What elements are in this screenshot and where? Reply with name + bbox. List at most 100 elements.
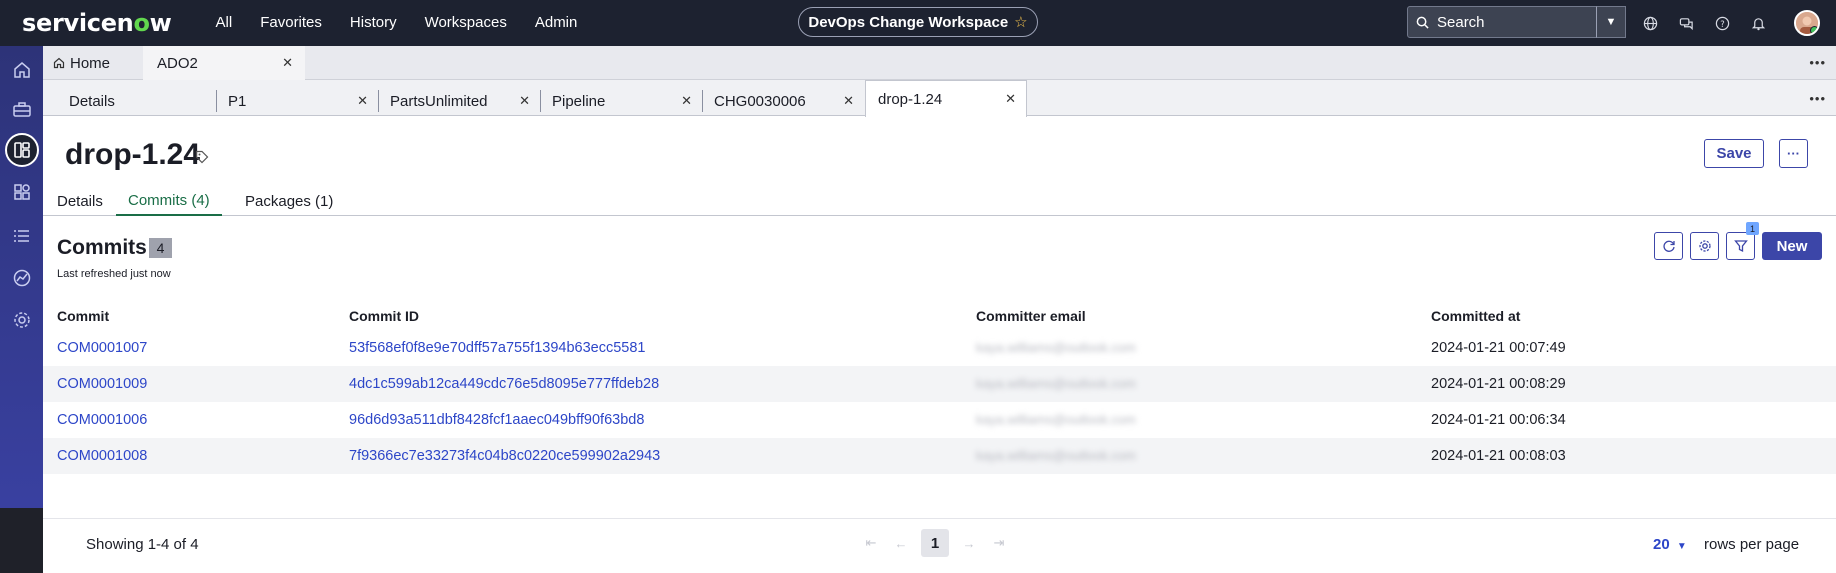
user-avatar[interactable] [1794, 10, 1820, 36]
more-tabs-icon[interactable]: ••• [1809, 55, 1826, 70]
commit-id-link[interactable]: 96d6d93a511dbf8428fcf1aaec049bff90f63bd8 [349, 412, 644, 428]
nav-link-history[interactable]: History [336, 0, 411, 46]
filter-button[interactable] [1726, 232, 1755, 260]
commit-link[interactable]: COM0001006 [57, 412, 147, 428]
column-header-committed-at[interactable]: Committed at [1431, 296, 1836, 330]
committer-email: kaya.williams@outlook.com [976, 448, 1136, 463]
list-title: Commits [57, 236, 147, 259]
rows-per-page-label: rows per page [1704, 536, 1800, 553]
record-tab-commits[interactable]: Commits (4) [116, 186, 222, 216]
rail-list-icon[interactable] [0, 216, 43, 256]
tab-separator [378, 90, 379, 112]
close-icon[interactable]: ✕ [282, 55, 293, 71]
close-icon[interactable]: ✕ [843, 93, 854, 109]
nav-link-all[interactable]: All [202, 0, 247, 46]
subtab-partsunlimited-label: PartsUnlimited [390, 92, 488, 110]
close-icon[interactable]: ✕ [519, 93, 530, 109]
last-refreshed: Last refreshed just now [57, 268, 171, 280]
workspace-pill[interactable]: DevOps Change Workspace ☆ [798, 7, 1038, 37]
refresh-button[interactable] [1654, 232, 1683, 260]
table-row: COM0001008 7f9366ec7e33273f4c04b8c0220ce… [43, 438, 1836, 474]
commits-table: Commit Commit ID Committer email Committ… [43, 296, 1836, 474]
settings-button[interactable] [1690, 232, 1719, 260]
first-page-icon[interactable]: ⇤ [861, 533, 881, 553]
search-scope-dropdown[interactable]: ▼ [1596, 6, 1626, 38]
commit-link[interactable]: COM0001007 [57, 340, 147, 356]
commit-link[interactable]: COM0001009 [57, 376, 147, 392]
rail-home-icon[interactable] [0, 50, 43, 90]
star-icon[interactable]: ☆ [1014, 13, 1027, 31]
servicenow-logo[interactable]: servicenow [22, 9, 172, 37]
global-search[interactable]: Search [1407, 6, 1626, 38]
subtab-drop-1-24[interactable]: drop-1.24 ✕ [865, 80, 1027, 117]
rows-per-page-select[interactable]: 20 ▼ [1653, 536, 1687, 553]
close-icon[interactable]: ✕ [1005, 91, 1016, 107]
filter-icon [1733, 239, 1748, 253]
more-subtabs-icon[interactable]: ••• [1809, 91, 1826, 106]
subtab-p1[interactable]: P1 ✕ [216, 86, 378, 116]
rows-per-page-value: 20 [1653, 536, 1670, 553]
save-button[interactable]: Save [1704, 139, 1764, 168]
committed-at: 2024-01-21 00:06:34 [1431, 412, 1566, 428]
refresh-icon [1662, 239, 1676, 253]
dashboard-icon [4, 133, 39, 167]
presence-dot [1810, 26, 1818, 34]
record-tab-packages[interactable]: Packages (1) [233, 186, 345, 216]
workspace-tabs: Home ADO2 ✕ ••• [43, 46, 1836, 80]
rail-settings-icon[interactable] [0, 300, 43, 340]
next-page-icon[interactable]: → [959, 533, 979, 553]
pagination: ⇤ ← 1 → ⇥ [861, 529, 1009, 557]
rail-toolbox-icon[interactable] [0, 90, 43, 130]
table-row: COM0001009 4dc1c599ab12ca449cdc76e5d8095… [43, 366, 1836, 402]
new-button[interactable]: New [1762, 232, 1822, 260]
gear-icon [1698, 239, 1712, 253]
rail-workspace-icon[interactable] [0, 130, 43, 170]
subtab-details[interactable]: Details [57, 86, 207, 116]
showing-count: Showing 1-4 of 4 [86, 536, 199, 553]
search-icon [1416, 16, 1429, 29]
record-tabs: Details Commits (4) Packages (1) [43, 186, 1836, 216]
rail-analytics-icon[interactable] [0, 258, 43, 298]
subtab-pipeline[interactable]: Pipeline ✕ [540, 86, 702, 116]
close-icon[interactable]: ✕ [357, 93, 368, 109]
bell-icon[interactable] [1748, 13, 1768, 33]
last-page-icon[interactable]: ⇥ [989, 533, 1009, 553]
commit-id-link[interactable]: 4dc1c599ab12ca449cdc76e5d8095e777ffdeb28 [349, 376, 659, 392]
list-footer: Showing 1-4 of 4 ⇤ ← 1 → ⇥ 20 ▼ rows per… [43, 518, 1836, 573]
current-page[interactable]: 1 [921, 529, 949, 557]
tab-separator [702, 90, 703, 112]
tab-ado2[interactable]: ADO2 ✕ [143, 46, 305, 80]
committed-at: 2024-01-21 00:08:03 [1431, 448, 1566, 464]
nav-links: All Favorites History Workspaces Admin [202, 0, 592, 46]
more-actions-button[interactable]: ··· [1779, 139, 1808, 168]
column-header-commit-id[interactable]: Commit ID [349, 296, 976, 330]
prev-page-icon[interactable]: ← [891, 533, 911, 553]
record-tab-details[interactable]: Details [45, 186, 115, 216]
globe-icon[interactable] [1640, 13, 1660, 33]
nav-link-admin[interactable]: Admin [521, 0, 592, 46]
commit-link[interactable]: COM0001008 [57, 448, 147, 464]
left-rail [0, 46, 43, 573]
table-row: COM0001007 53f568ef0f8e9e70dff57a755f139… [43, 330, 1836, 366]
nav-link-workspaces[interactable]: Workspaces [411, 0, 521, 46]
subtabs: Details P1 ✕ PartsUnlimited ✕ Pipeline ✕… [43, 80, 1836, 117]
rail-apps-icon[interactable] [0, 172, 43, 212]
commit-id-link[interactable]: 53f568ef0f8e9e70dff57a755f1394b63ecc5581 [349, 340, 645, 356]
subtab-chg0030006[interactable]: CHG0030006 ✕ [702, 86, 864, 116]
tab-home-label: Home [70, 54, 111, 72]
caret-down-icon: ▼ [1605, 16, 1617, 28]
committer-email: kaya.williams@outlook.com [976, 412, 1136, 427]
rail-bottom [0, 508, 43, 573]
caret-down-icon: ▼ [1676, 541, 1687, 552]
help-icon[interactable]: ? [1712, 13, 1732, 33]
nav-link-favorites[interactable]: Favorites [246, 0, 336, 46]
close-icon[interactable]: ✕ [681, 93, 692, 109]
tag-icon[interactable] [195, 150, 209, 164]
tab-home[interactable]: Home [43, 46, 141, 80]
chat-icon[interactable] [1676, 13, 1696, 33]
column-header-committer-email[interactable]: Committer email [976, 296, 1431, 330]
column-header-commit[interactable]: Commit [43, 296, 349, 330]
commit-id-link[interactable]: 7f9366ec7e33273f4c04b8c0220ce599902a2943 [349, 448, 660, 464]
table-header-row: Commit Commit ID Committer email Committ… [43, 296, 1836, 330]
subtab-partsunlimited[interactable]: PartsUnlimited ✕ [378, 86, 540, 116]
